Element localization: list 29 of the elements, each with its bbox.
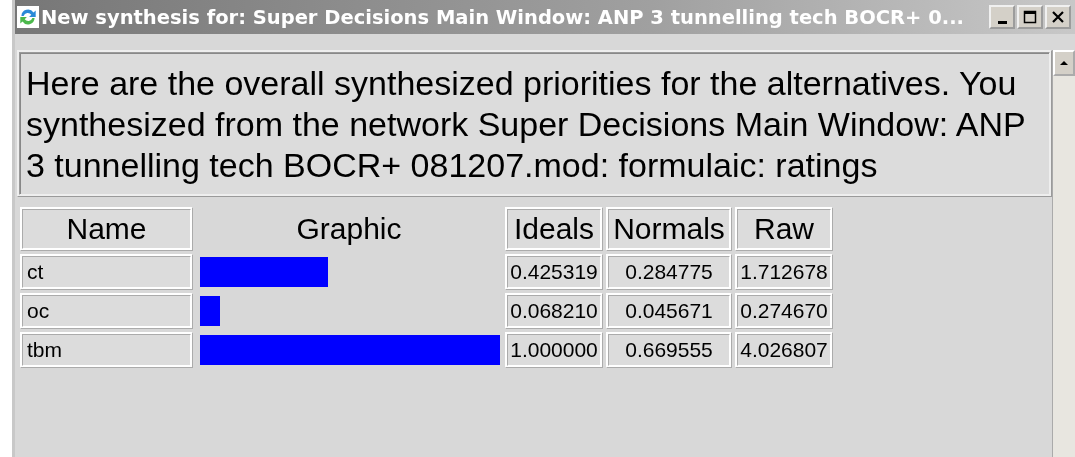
- column-header: Normals: [606, 207, 732, 251]
- close-button[interactable]: [1045, 5, 1071, 29]
- minimize-icon: [997, 20, 1007, 24]
- minimize-button[interactable]: [989, 5, 1015, 29]
- table-cell: 1.000000: [505, 332, 603, 368]
- scroll-up-button[interactable]: [1053, 50, 1075, 76]
- table-cell: 4.026807: [735, 332, 833, 368]
- table-cell: 0.068210: [505, 293, 603, 329]
- close-icon: [1050, 9, 1066, 25]
- table-cell: 0.045671: [606, 293, 732, 329]
- table-cell: 0.284775: [606, 254, 732, 290]
- table-cell: 0.274670: [735, 293, 833, 329]
- column-header: Name: [20, 207, 193, 251]
- table-cell: 0.669555: [606, 332, 732, 368]
- column-header: Graphic: [295, 211, 403, 247]
- table-cell: 0.425319: [505, 254, 603, 290]
- refresh-icon: [17, 6, 39, 28]
- scrollbar[interactable]: [1052, 50, 1075, 457]
- priority-bar: [200, 296, 221, 326]
- maximize-icon: [1022, 9, 1038, 25]
- table-cell: 1.712678: [735, 254, 833, 290]
- table-cell: oc: [20, 293, 193, 329]
- column-header: Raw: [735, 207, 833, 251]
- table-cell: tbm: [20, 332, 193, 368]
- maximize-button[interactable]: [1017, 5, 1043, 29]
- message-text: Here are the overall synthesized priorities for the alternatives. You synthesized from the network Super Decisions Main Window: ANP 3 tunnelling tech BOCR+ 081207.mod: formulaic: ratings: [26, 63, 1027, 186]
- window-title: New synthesis for: Super Decisions Main Window: ANP 3 tunnelling tech BOCR+ 0...: [41, 5, 966, 29]
- column-header: Ideals: [505, 207, 603, 251]
- table-cell: ct: [20, 254, 193, 290]
